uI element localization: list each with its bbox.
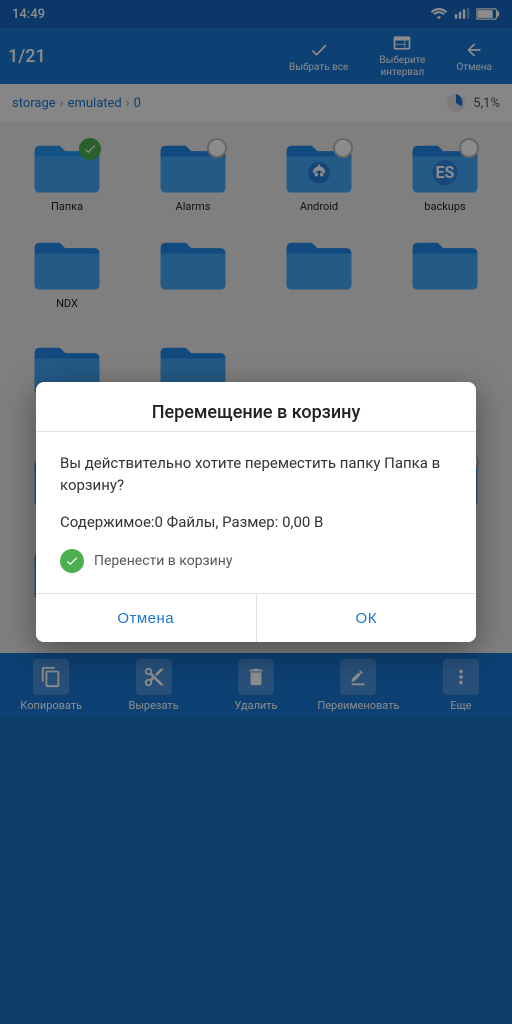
dialog-size-text: Содержимое:0 Файлы, Размер: 0,00 В (60, 511, 452, 534)
checkbox-green-icon (60, 549, 84, 573)
dialog-body-text: Вы действительно хотите переместить папк… (60, 452, 452, 497)
checkbox-label: Перенести в корзину (94, 553, 232, 569)
dialog-title: Перемещение в корзину (36, 382, 476, 431)
dialog: Перемещение в корзину Вы действительно х… (36, 382, 476, 643)
dialog-cancel-button[interactable]: Отмена (36, 594, 257, 642)
dialog-checkbox-row[interactable]: Перенести в корзину (60, 549, 452, 573)
dialog-body: Вы действительно хотите переместить папк… (36, 444, 476, 594)
checkmark-icon (65, 554, 79, 568)
dialog-overlay: Перемещение в корзину Вы действительно х… (0, 0, 512, 1024)
dialog-divider (36, 431, 476, 432)
dialog-ok-button[interactable]: ОК (257, 594, 477, 642)
dialog-buttons: Отмена ОК (36, 593, 476, 642)
